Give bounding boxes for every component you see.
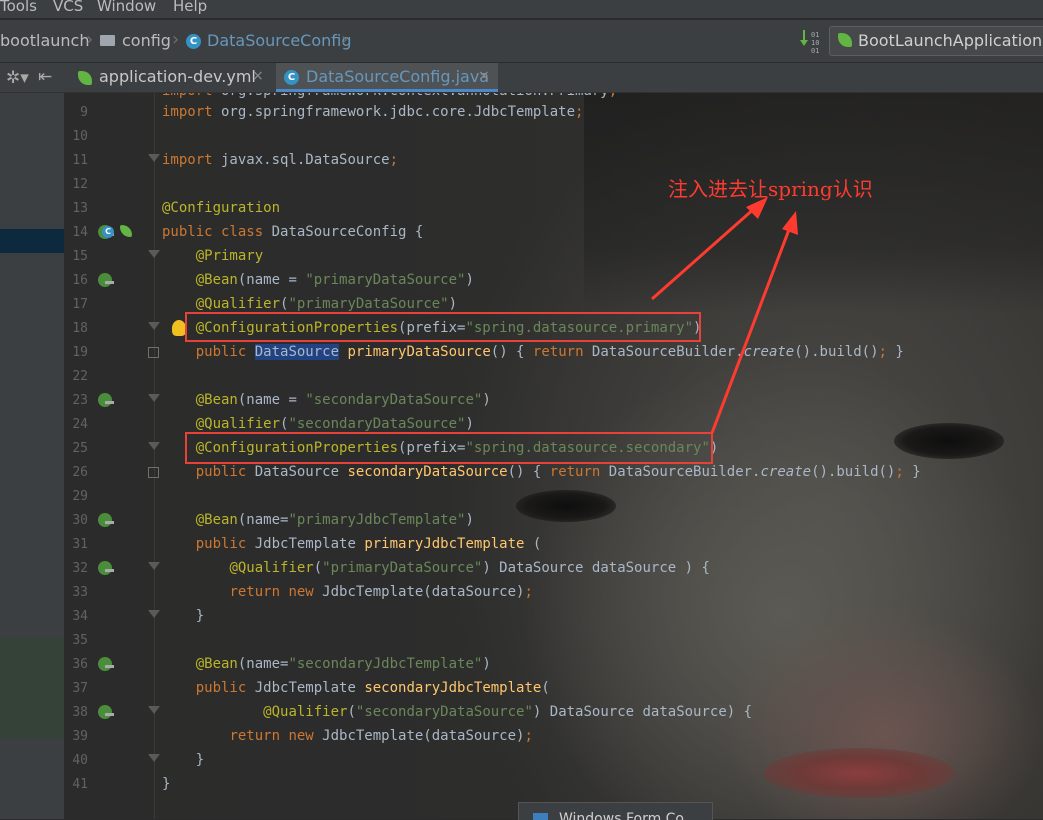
- menu-tools[interactable]: Tools: [0, 0, 37, 15]
- breadcrumb-datasourceconfig[interactable]: DataSourceConfig: [207, 31, 352, 50]
- gear-icon[interactable]: ✲▾: [6, 68, 29, 88]
- editor-tab-bar: ✲▾ ⇤ application-dev.yml × C DataSourceC…: [0, 63, 1043, 93]
- menu-bar: Tools VCS Window Help: [0, 0, 1043, 18]
- tab-application-dev-yml[interactable]: application-dev.yml ×: [70, 63, 270, 92]
- breadcrumb-separator: ›: [86, 29, 94, 50]
- menu-window[interactable]: Window: [97, 0, 156, 15]
- menu-help[interactable]: Help: [173, 0, 207, 15]
- spring-boot-icon: [838, 33, 852, 47]
- breadcrumb-bootlaunch[interactable]: bootlaunch: [0, 31, 89, 50]
- tree-background: [0, 638, 64, 738]
- project-tool-controls: ✲▾ ⇤: [0, 63, 66, 92]
- run-configuration-label: BootLaunchApplication: [858, 31, 1043, 50]
- navigation-bar: bootlaunch › config › C DataSourceConfig…: [0, 20, 1043, 63]
- breadcrumb-separator: ›: [341, 29, 349, 50]
- code-editor[interactable]: import org.springframework.context.annot…: [64, 93, 1043, 819]
- folder-icon: [100, 35, 115, 46]
- annotation-arrows: [651, 197, 798, 434]
- svg-text:10: 10: [811, 39, 819, 47]
- close-icon[interactable]: ×: [252, 68, 264, 84]
- yaml-file-icon: [78, 71, 92, 85]
- vcs-update-icon[interactable]: 01 10 01: [800, 28, 824, 54]
- breadcrumb-config[interactable]: config: [122, 31, 171, 50]
- breadcrumb-separator: ›: [172, 29, 180, 50]
- project-tool-window: [0, 93, 64, 819]
- windows-form-popup[interactable]: Windows Form Co: [518, 802, 713, 820]
- close-icon[interactable]: ×: [478, 68, 490, 84]
- run-configuration-selector[interactable]: BootLaunchApplication: [829, 26, 1043, 56]
- tab-label: DataSourceConfig.java: [306, 67, 490, 86]
- svg-text:01: 01: [811, 47, 819, 54]
- svg-text:01: 01: [811, 31, 819, 39]
- selected-tree-item[interactable]: [0, 229, 64, 253]
- class-icon: C: [284, 70, 299, 85]
- menu-vcs[interactable]: VCS: [53, 0, 83, 15]
- tab-datasourceconfig-java[interactable]: C DataSourceConfig.java ×: [276, 63, 498, 92]
- class-icon: C: [186, 34, 201, 49]
- tab-label: application-dev.yml: [99, 67, 256, 86]
- annotation-label: 注入进去让spring认识: [668, 177, 873, 201]
- collapse-icon[interactable]: ⇤: [38, 67, 52, 87]
